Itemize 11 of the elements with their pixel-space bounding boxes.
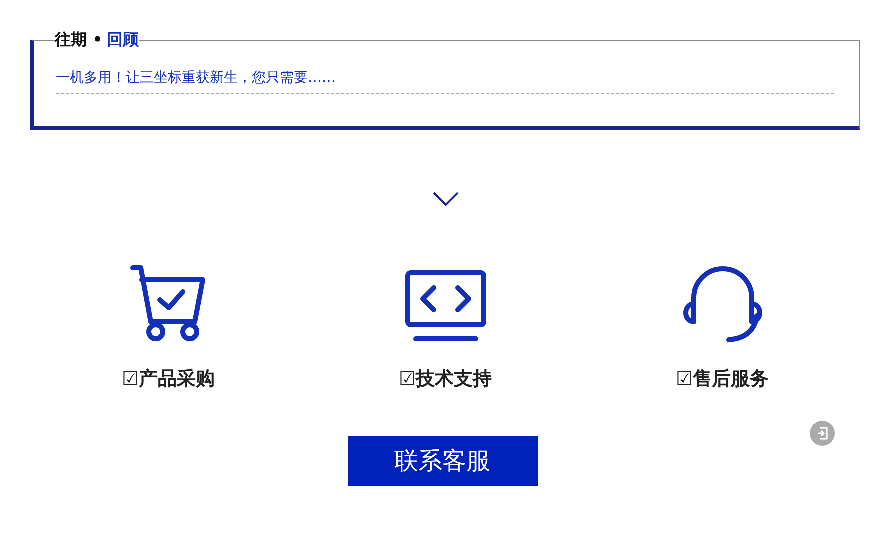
service-label[interactable]: ☑售后服务 — [676, 366, 770, 392]
service-label[interactable]: ☑产品采购 — [122, 366, 216, 392]
contact-button[interactable]: 联系客服 — [348, 436, 538, 486]
monitor-code-icon — [404, 270, 488, 344]
headset-icon — [680, 264, 764, 344]
chevron-down-icon[interactable] — [432, 192, 458, 206]
section-title-accent: 回顾 — [106, 29, 139, 51]
section-title: 往期 • — [55, 29, 103, 51]
cart-icon — [130, 264, 208, 344]
service-label[interactable]: ☑技术支持 — [398, 366, 492, 392]
article-link[interactable]: 一机多用！让三坐标重获新生，您只需要…… — [56, 69, 834, 94]
